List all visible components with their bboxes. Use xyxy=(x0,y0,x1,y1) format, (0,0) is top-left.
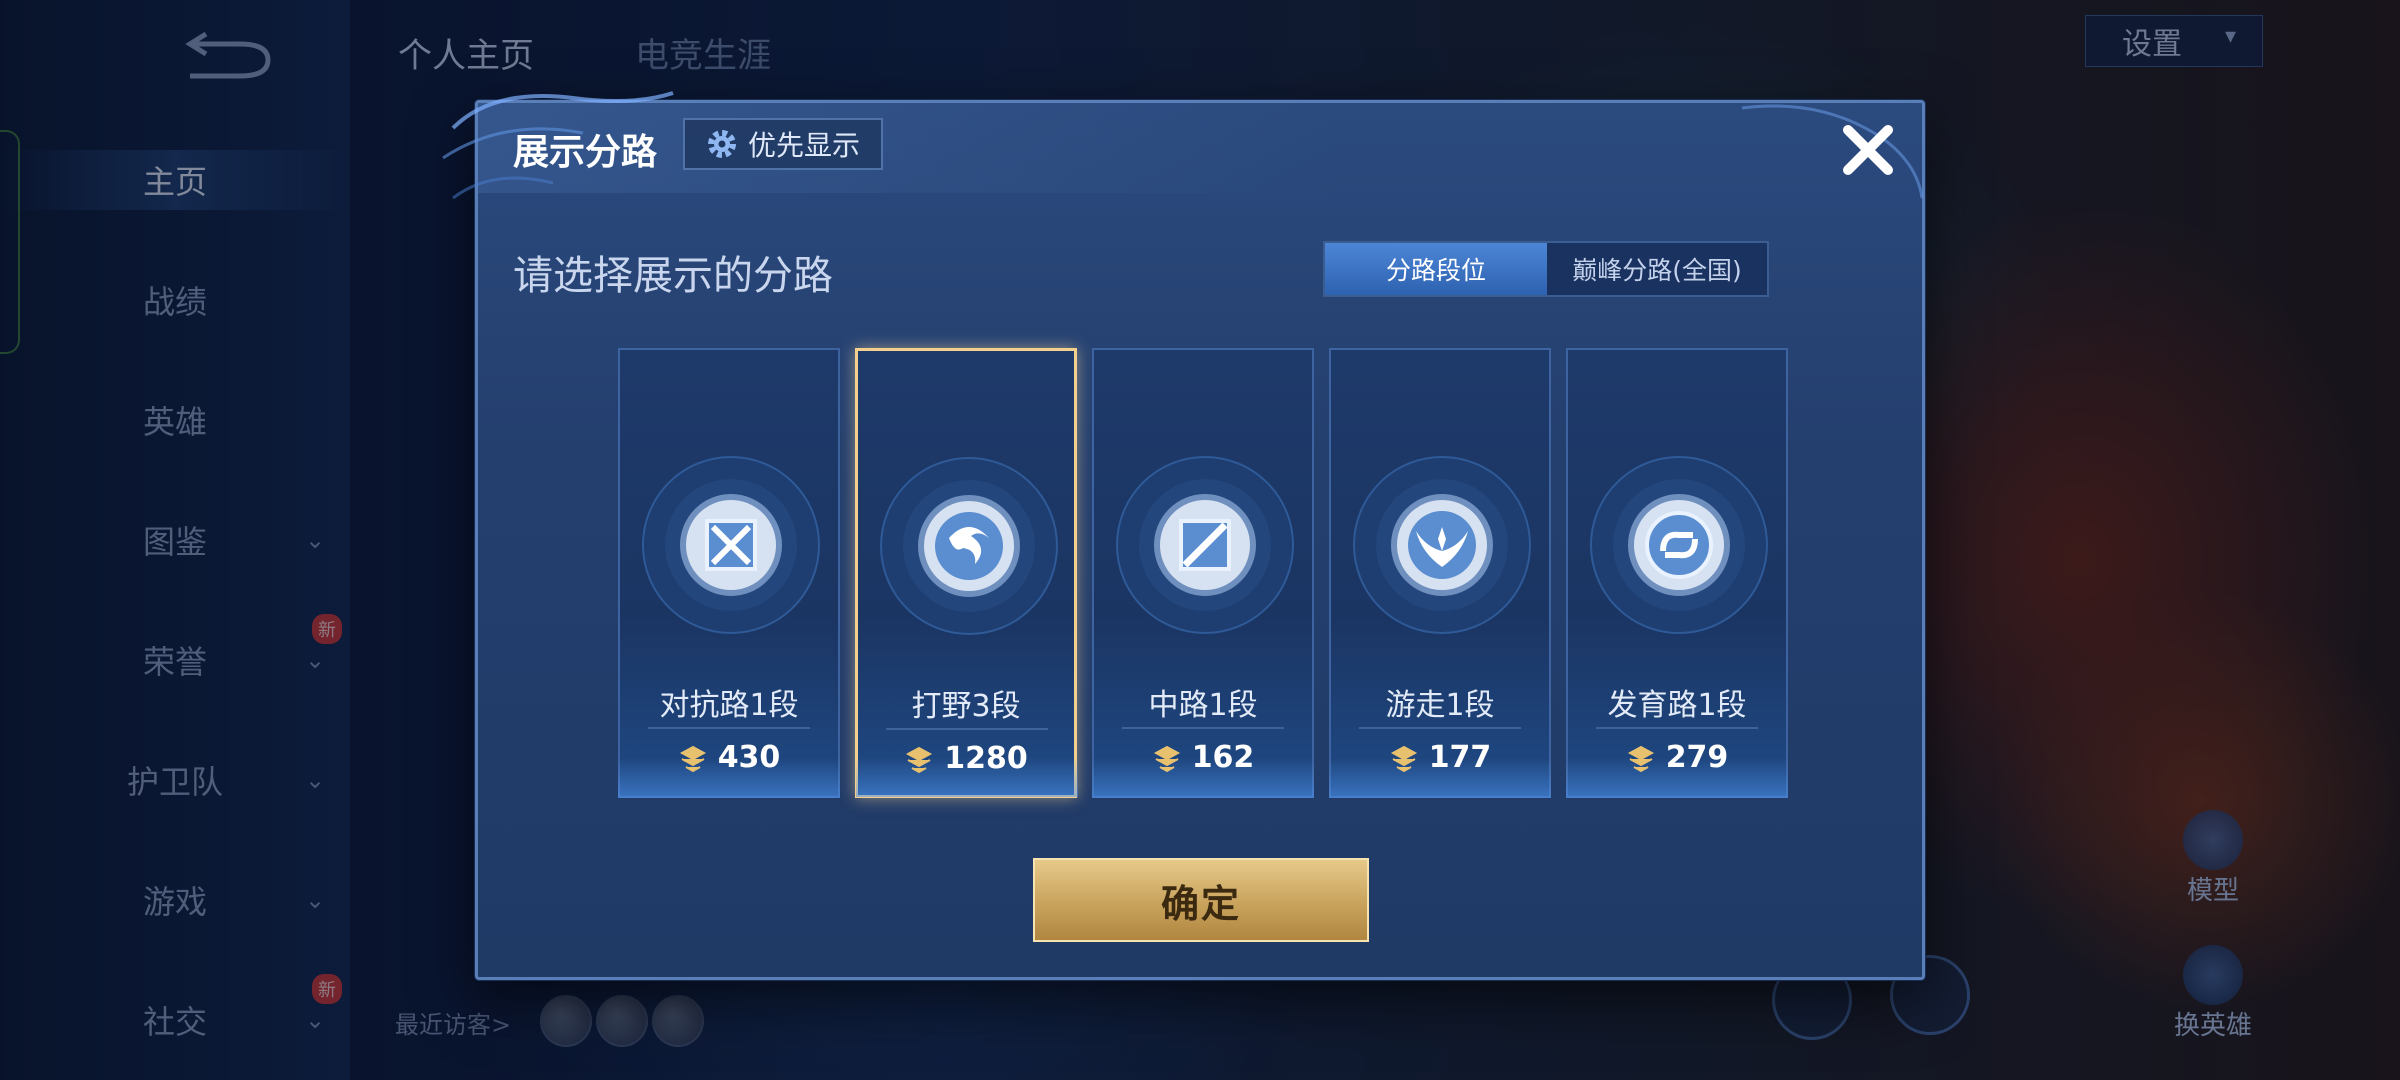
score-value: 177 xyxy=(1428,740,1492,775)
lane-card-farm[interactable]: 发育路1段 279 xyxy=(1566,348,1788,798)
lane-score: 430 xyxy=(620,740,838,775)
tab-peak-lane[interactable]: 巅峰分路(全国) xyxy=(1547,243,1767,295)
confirm-button[interactable]: 确定 xyxy=(1033,858,1369,942)
rank-points-icon xyxy=(1627,745,1654,772)
lane-card-mid[interactable]: 中路1段 162 xyxy=(1092,348,1314,798)
lane-rank-label: 对抗路1段 xyxy=(659,688,799,723)
lane-rank-label: 中路1段 xyxy=(1148,688,1258,723)
dialog-title: 展示分路 xyxy=(513,132,658,173)
rank-type-toggle: 分路段位 巅峰分路(全国) xyxy=(1323,241,1769,297)
priority-label: 优先显示 xyxy=(747,129,860,162)
rank-points-icon xyxy=(1390,745,1417,772)
lane-card-roam[interactable]: 游走1段 177 xyxy=(1329,348,1551,798)
lane-score: 279 xyxy=(1568,740,1786,775)
lane-rank-label: 打野3段 xyxy=(911,689,1021,724)
divider xyxy=(1596,727,1758,729)
score-value: 430 xyxy=(717,740,781,775)
divider xyxy=(648,727,810,729)
lane-card-clash[interactable]: 对抗路1段 430 xyxy=(618,348,840,798)
lane-score: 162 xyxy=(1094,740,1312,775)
divider xyxy=(886,728,1048,730)
lane-display-dialog: 展示分路 优先显示 请选择展示的分路 分路段位 巅峰分路(全国) 对抗路1段 4… xyxy=(442,91,1925,980)
rank-points-icon xyxy=(906,746,933,773)
lane-score: 177 xyxy=(1331,740,1549,775)
farm-lane-emblem-icon xyxy=(1590,456,1768,634)
lane-card-jungle[interactable]: 打野3段 1280 xyxy=(855,348,1078,798)
lane-score: 1280 xyxy=(858,741,1074,776)
gear-icon xyxy=(707,130,736,158)
dialog-subtitle: 请选择展示的分路 xyxy=(513,253,833,299)
rank-points-icon xyxy=(1153,745,1180,772)
score-value: 279 xyxy=(1665,740,1729,775)
lane-rank-label: 游走1段 xyxy=(1385,688,1495,723)
tab-lane-rank[interactable]: 分路段位 xyxy=(1325,243,1547,295)
rank-points-icon xyxy=(679,745,706,772)
clash-lane-emblem-icon xyxy=(642,456,820,634)
close-button[interactable] xyxy=(1833,115,1903,185)
priority-display-button[interactable]: 优先显示 xyxy=(683,118,883,170)
score-value: 1280 xyxy=(944,741,1028,776)
divider xyxy=(1122,727,1284,729)
close-icon xyxy=(1843,125,1893,175)
roam-emblem-icon xyxy=(1353,456,1531,634)
divider xyxy=(1359,727,1521,729)
lane-rank-label: 发育路1段 xyxy=(1607,688,1747,723)
confirm-label: 确定 xyxy=(1160,881,1241,926)
mid-lane-emblem-icon xyxy=(1116,456,1294,634)
jungle-emblem-icon xyxy=(880,457,1058,635)
score-value: 162 xyxy=(1191,740,1255,775)
